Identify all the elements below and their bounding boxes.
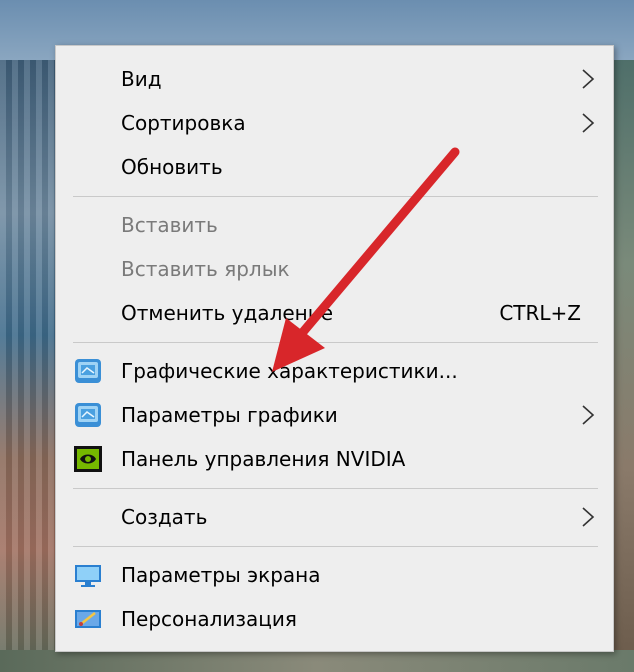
nvidia-icon [74, 446, 102, 472]
menu-separator [73, 196, 598, 197]
menu-item-label: Вставить [121, 213, 218, 237]
menu-item-undo-delete[interactable]: Отменить удаление CTRL+Z [56, 294, 613, 332]
desktop-context-menu: Вид Сортировка Обновить Вставить Вставит… [55, 45, 614, 652]
menu-item-label: Вид [121, 67, 162, 91]
menu-item-label: Отменить удаление [121, 301, 334, 325]
desktop-wallpaper-right [612, 60, 634, 672]
intel-graphics-icon [75, 403, 101, 427]
chevron-right-icon [582, 507, 595, 527]
menu-item-label: Графические характеристики... [121, 359, 458, 383]
chevron-right-icon [582, 113, 595, 133]
chevron-right-icon [582, 405, 595, 425]
menu-item-view[interactable]: Вид [56, 60, 613, 98]
chevron-right-icon [582, 69, 595, 89]
menu-separator [73, 342, 598, 343]
menu-item-personalize[interactable]: Персонализация [56, 600, 613, 638]
menu-item-new[interactable]: Создать [56, 498, 613, 536]
menu-item-display-settings[interactable]: Параметры экрана [56, 556, 613, 594]
desktop-wallpaper-bottom [0, 650, 634, 672]
menu-separator [73, 546, 598, 547]
display-icon [75, 565, 101, 587]
menu-item-label: Параметры экрана [121, 563, 321, 587]
menu-item-sort[interactable]: Сортировка [56, 104, 613, 142]
menu-item-label: Персонализация [121, 607, 297, 631]
menu-item-label: Вставить ярлык [121, 257, 290, 281]
desktop-wallpaper-left [0, 60, 55, 672]
menu-item-label: Создать [121, 505, 208, 529]
menu-item-refresh[interactable]: Обновить [56, 148, 613, 186]
menu-item-paste-shortcut[interactable]: Вставить ярлык [56, 250, 613, 288]
menu-separator [73, 488, 598, 489]
intel-graphics-icon [75, 359, 101, 383]
menu-item-paste[interactable]: Вставить [56, 206, 613, 244]
menu-item-label: Параметры графики [121, 403, 338, 427]
menu-item-nvidia-control-panel[interactable]: Панель управления NVIDIA [56, 440, 613, 478]
menu-item-graphics-properties[interactable]: Графические характеристики... [56, 352, 613, 390]
menu-item-label: Обновить [121, 155, 223, 179]
personalize-icon [75, 610, 101, 628]
menu-item-shortcut: CTRL+Z [499, 301, 581, 325]
menu-item-label: Сортировка [121, 111, 246, 135]
menu-item-label: Панель управления NVIDIA [121, 447, 406, 471]
menu-item-graphics-options[interactable]: Параметры графики [56, 396, 613, 434]
